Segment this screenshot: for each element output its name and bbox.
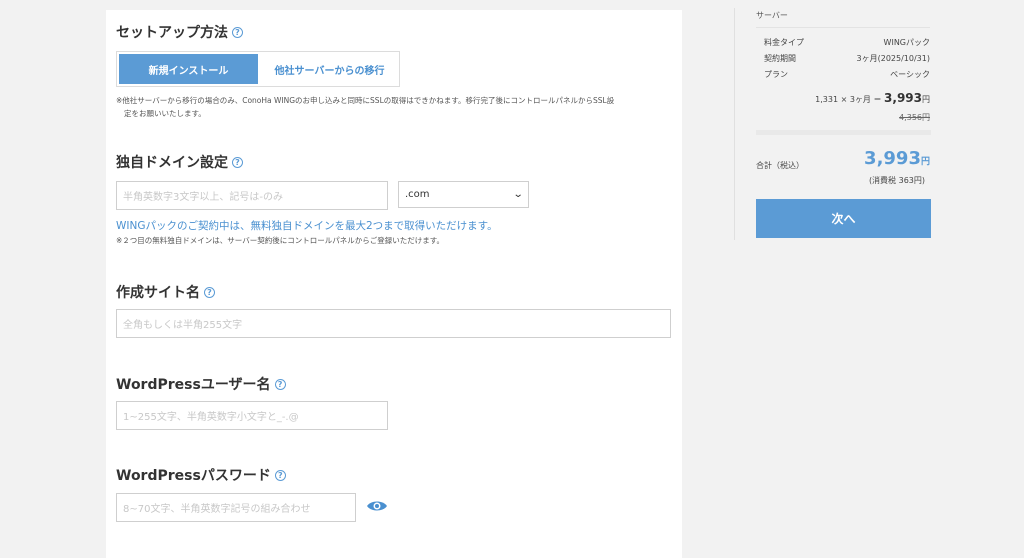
help-icon[interactable]: ? — [204, 286, 215, 298]
summary-row: 契約期間 3ヶ月(2025/10/31) — [764, 53, 930, 64]
setup-note-line2: 定をお願いいたします。 — [124, 109, 206, 118]
help-icon[interactable]: ? — [274, 469, 286, 481]
domain-note: ※２つ目の無料独自ドメインは、サーバー契約後にコントロールパネルからご登録いただ… — [116, 236, 444, 245]
tab-new-install[interactable]: 新規インストール — [119, 54, 258, 84]
domain-title-text: 独自ドメイン設定 — [116, 155, 228, 171]
summary-row-value: WINGパック — [883, 38, 930, 47]
wp-username-title: WordPressユーザー名 ? — [116, 374, 286, 394]
price-calc-text: 1,331 × 3ヶ月 ＝ — [815, 95, 882, 104]
price-value: 3,993 — [884, 91, 922, 105]
setup-note-line1: ※他社サーバーから移行の場合のみ、ConoHa WINGのお申し込みと同時にSS… — [116, 96, 615, 105]
order-form-panel: セットアップ方法 ? 新規インストール 他社サーバーからの移行 ※他社サーバーか… — [106, 10, 682, 558]
wp-username-title-text: WordPressユーザー名 — [116, 377, 271, 393]
summary-header: サーバー — [756, 11, 788, 20]
chevron-down-icon: ⌄ — [512, 189, 524, 200]
domain-title: 独自ドメイン設定 ? — [116, 152, 243, 172]
setup-method-title: セットアップ方法 ? — [116, 22, 243, 42]
site-name-title: 作成サイト名 ? — [116, 282, 215, 302]
setup-note: ※他社サーバーから移行の場合のみ、ConoHa WINGのお申し込みと同時にSS… — [116, 94, 686, 120]
help-icon[interactable]: ? — [232, 26, 243, 38]
domain-promo-text: WINGパックのご契約中は、無料独自ドメインを最大2つまで取得いただけます。 — [116, 220, 498, 232]
setup-method-title-text: セットアップ方法 — [116, 25, 228, 41]
summary-row-label: 料金タイプ — [764, 38, 804, 47]
original-price: 4,356円 — [899, 113, 930, 122]
summary-row: 料金タイプ WINGパック — [764, 37, 930, 48]
total-value: 3,993 — [864, 148, 921, 169]
wp-password-title: WordPressパスワード ? — [116, 465, 286, 485]
summary-row-value: 3ヶ月(2025/10/31) — [856, 54, 930, 63]
total-unit: 円 — [920, 157, 930, 167]
wp-password-input[interactable]: 8~70文字、半角英数字記号の組み合わせ — [116, 493, 356, 522]
total-price: 3,993円 — [864, 148, 930, 169]
wp-password-title-text: WordPressパスワード — [116, 468, 271, 484]
wp-username-input[interactable]: 1~255文字、半角英数字小文字と_-.@ — [116, 401, 388, 430]
help-icon[interactable]: ? — [232, 156, 243, 168]
tax-amount: (消費税 363円) — [868, 176, 925, 185]
tld-select-value: .com — [405, 189, 430, 200]
price-unit: 円 — [922, 95, 930, 104]
order-summary-panel: サーバー 料金タイプ WINGパック 契約期間 3ヶ月(2025/10/31) … — [734, 8, 934, 240]
next-button[interactable]: 次へ — [756, 199, 931, 238]
help-icon[interactable]: ? — [274, 378, 286, 390]
eye-icon[interactable] — [366, 499, 388, 513]
site-name-input[interactable]: 全角もしくは半角255文字 — [116, 309, 671, 338]
price-calculation: 1,331 × 3ヶ月 ＝ 3,993円 — [815, 91, 930, 105]
domain-input[interactable]: 半角英数字3文字以上、記号は-のみ — [116, 181, 388, 210]
summary-divider-bar — [756, 130, 931, 135]
summary-divider — [756, 27, 930, 28]
tab-migration[interactable]: 他社サーバーからの移行 — [260, 52, 399, 86]
site-name-title-text: 作成サイト名 — [116, 285, 200, 301]
summary-row-label: プラン — [764, 70, 788, 79]
total-label: 合計（税込） — [756, 161, 804, 170]
tld-select[interactable]: .com ⌄ — [398, 181, 529, 208]
summary-row-label: 契約期間 — [764, 54, 796, 63]
summary-row: プラン ベーシック — [764, 69, 930, 80]
setup-method-tabs: 新規インストール 他社サーバーからの移行 — [116, 51, 400, 87]
summary-row-value: ベーシック — [890, 70, 930, 79]
